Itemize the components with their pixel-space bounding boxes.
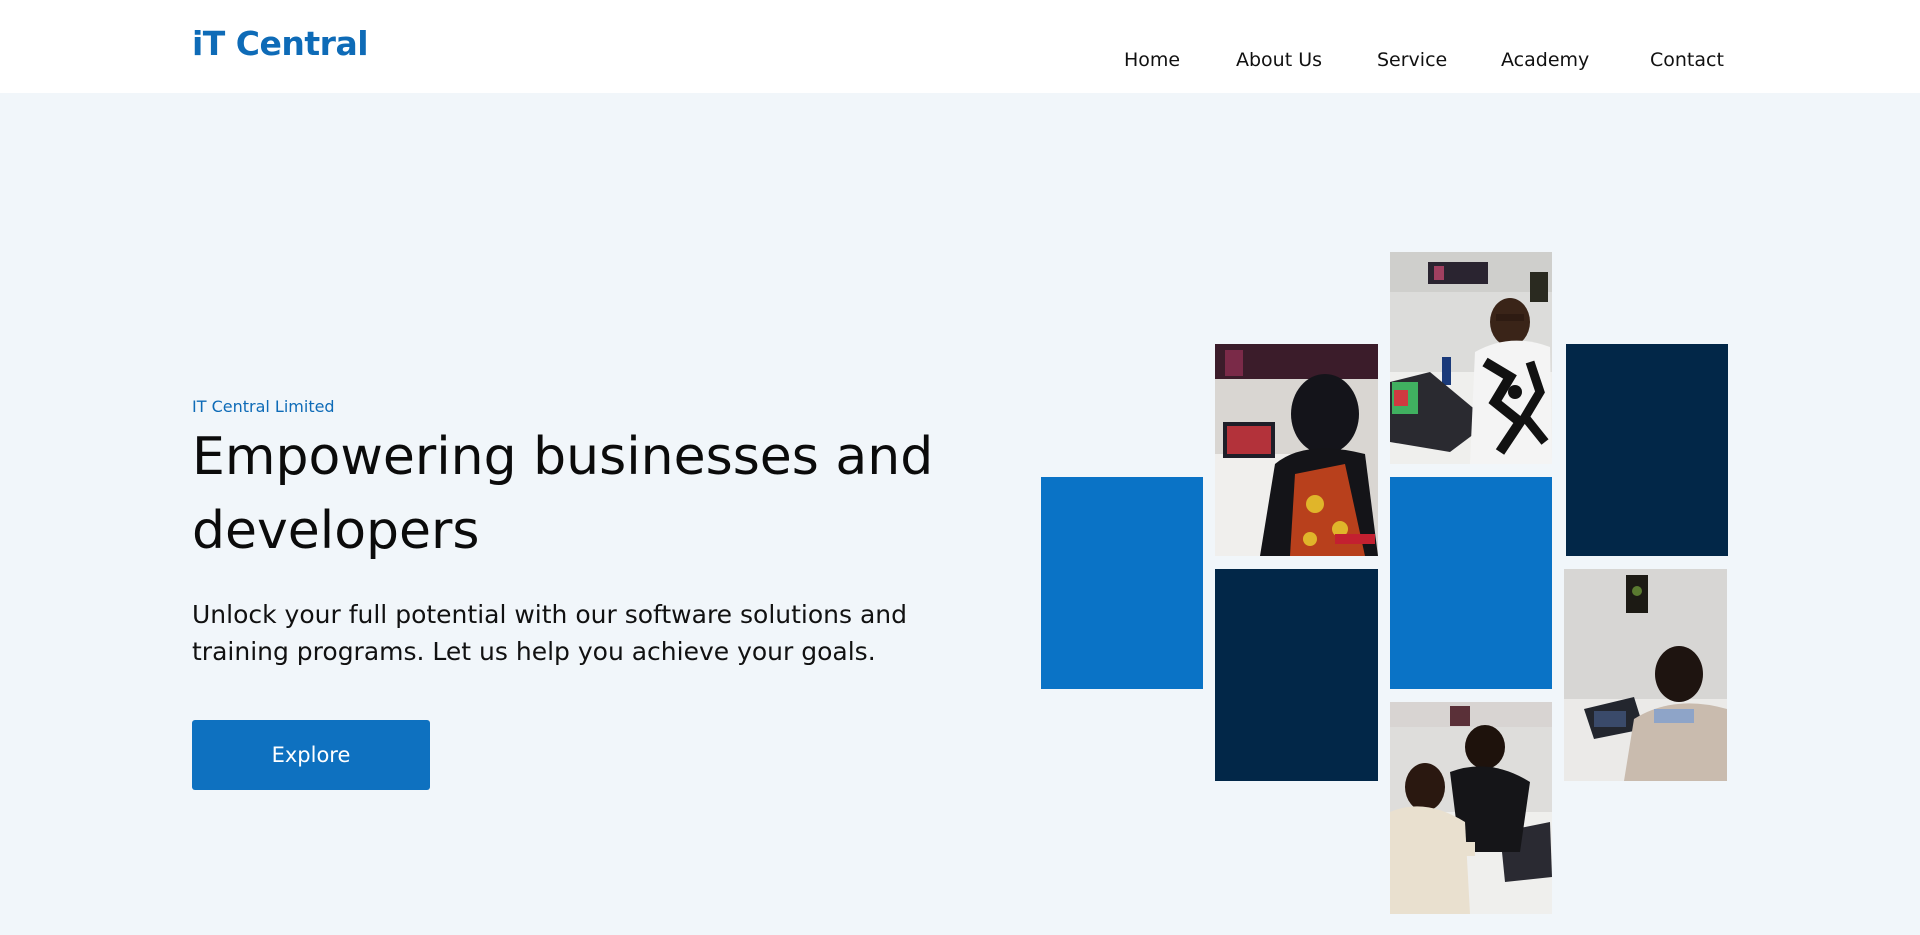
logo[interactable]: iT Central [192,24,369,63]
collage-navy-block [1215,569,1378,781]
nav-about-us[interactable]: About Us [1236,48,1322,72]
collage-photo-man-laptop [1390,252,1552,464]
nav-service[interactable]: Service [1377,48,1447,72]
collage-photo-two-men [1390,702,1552,914]
site-header: iT Central Home About Us Service Academy… [0,0,1920,93]
collage-blue-block [1041,477,1203,689]
main-nav: Home About Us Service Academy Contact [1100,48,1740,72]
nav-contact[interactable]: Contact [1650,48,1724,72]
nav-home[interactable]: Home [1124,48,1180,72]
explore-button[interactable]: Explore [192,720,430,790]
collage-navy-block [1566,344,1728,556]
hero-eyebrow: IT Central Limited [192,397,335,416]
nav-academy[interactable]: Academy [1501,48,1589,72]
collage-blue-block [1390,477,1552,689]
page: iT Central Home About Us Service Academy… [0,0,1920,935]
hero-headline: Empowering businesses and developers [192,427,934,561]
collage-photo-man-seated [1564,569,1727,781]
hero-subtext: Unlock your full potential with our soft… [192,600,908,666]
collage-photo-woman-laptop [1215,344,1378,556]
